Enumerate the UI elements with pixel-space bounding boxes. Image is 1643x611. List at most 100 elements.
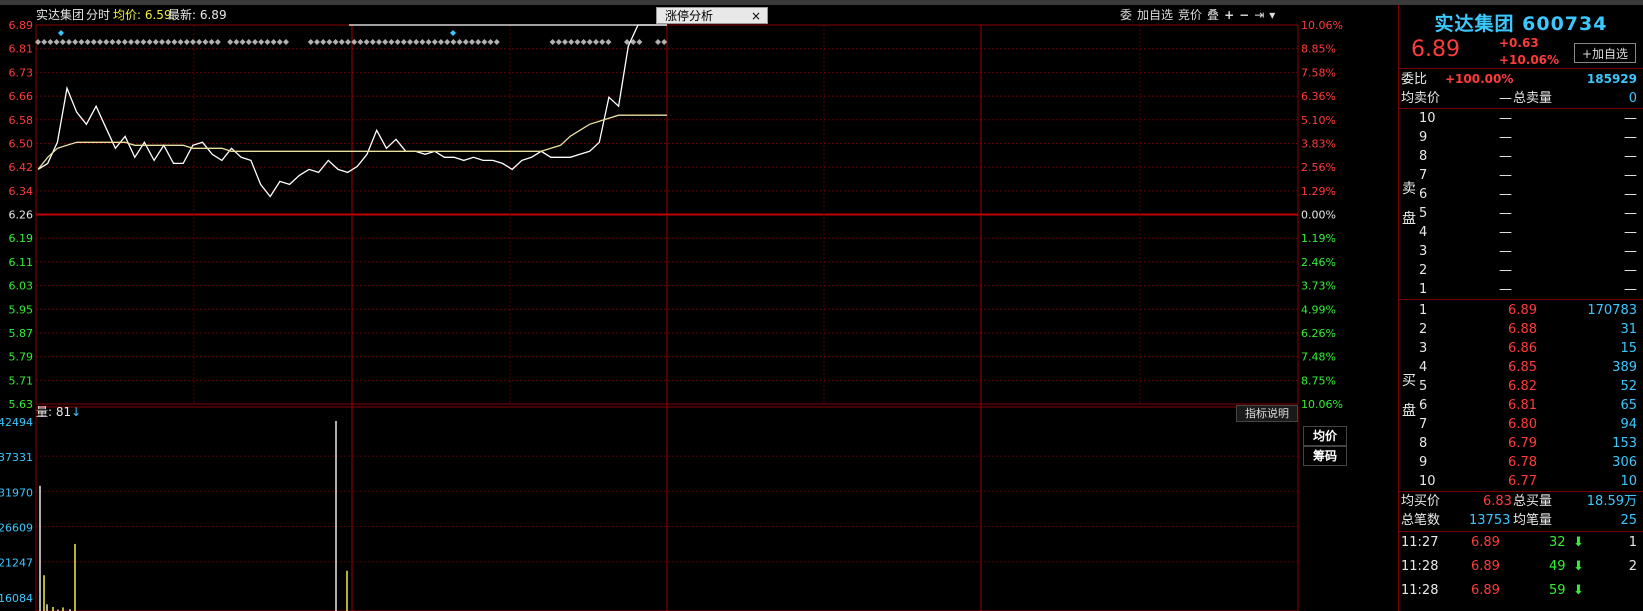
tick-time: 11:28	[1401, 559, 1439, 574]
signal-diamond	[72, 39, 79, 45]
level-price: —	[1499, 206, 1512, 221]
level-price: —	[1499, 187, 1512, 202]
auction-button[interactable]: 竞价	[1178, 6, 1202, 24]
weibi-label: 委比	[1401, 72, 1428, 87]
price-tick-label: 6.66	[9, 90, 34, 103]
signal-diamond	[332, 39, 339, 45]
signal-diamond	[655, 39, 661, 45]
intraday-chart[interactable]: 6.89 10.06% 6.81 8.85% 6.73 7.58% 6.66 6.36% 6.5…	[0, 5, 1398, 611]
level-number: 10	[1419, 111, 1436, 126]
weituo-button[interactable]: 委	[1120, 6, 1132, 24]
avg-price-readout: 均价: 6.59	[113, 8, 172, 22]
level-volume: 15	[1620, 341, 1637, 356]
percent-tick-label: 8.85%	[1301, 43, 1336, 56]
panel-divider	[1398, 5, 1399, 611]
add-watchlist-button[interactable]: 加自选	[1137, 6, 1173, 24]
buy-level-row[interactable]: 5 6.82 52	[1399, 377, 1643, 396]
signal-diamond	[276, 39, 283, 45]
buy-total-label: 总买量	[1513, 494, 1553, 509]
signal-diamond	[320, 39, 327, 45]
buy-level-row[interactable]: 10 6.77 10	[1399, 472, 1643, 491]
percent-tick-label: 3.73%	[1301, 280, 1336, 293]
price-tick-label: 6.19	[9, 232, 34, 245]
weibi-value: +100.00%	[1445, 72, 1514, 86]
level-number: 9	[1419, 455, 1428, 470]
current-price: 6.89	[1411, 37, 1460, 62]
percent-tick-label: 4.99%	[1301, 303, 1336, 316]
level-price: —	[1499, 263, 1512, 278]
buy-level-row[interactable]: 6 6.81 65	[1399, 396, 1643, 415]
tick-price: 6.89	[1471, 583, 1500, 598]
close-icon[interactable]: ×	[751, 8, 761, 25]
price-tick-label: 5.87	[9, 327, 34, 340]
price-tick-label: 6.50	[9, 137, 34, 150]
signal-diamond	[283, 39, 289, 45]
jump-end-icon[interactable]: ⇥	[1254, 6, 1264, 24]
signal-diamond	[53, 39, 60, 45]
level-volume: 306	[1612, 455, 1637, 470]
avg-price-button[interactable]: 均价	[1303, 426, 1347, 446]
signal-diamond	[326, 39, 333, 45]
volume-tick-label: 26609	[0, 522, 33, 535]
level-price: —	[1499, 282, 1512, 297]
buy-level-row[interactable]: 2 6.88 31	[1399, 320, 1643, 339]
level-price: 6.86	[1508, 341, 1537, 356]
signal-diamond	[456, 39, 463, 45]
buy-level-row[interactable]: 7 6.80 94	[1399, 415, 1643, 434]
volume-tick-label: 21247	[0, 557, 33, 570]
price-tick-label: 6.11	[9, 256, 34, 269]
signal-diamond	[636, 39, 643, 45]
zoom-out-icon[interactable]: −	[1239, 6, 1249, 24]
add-watchlist-button[interactable]: +加自选	[1574, 43, 1636, 63]
volume-tick-label: 42494	[0, 416, 33, 429]
buy-avg-value: 6.83	[1483, 494, 1512, 509]
signal-diamond	[121, 39, 128, 45]
percent-tick-label: 6.26%	[1301, 327, 1336, 340]
signal-diamond	[431, 39, 438, 45]
buy-level-row[interactable]: 1 6.89 170783	[1399, 301, 1643, 320]
signal-diamond	[444, 39, 451, 45]
chart-mode-tab[interactable]: 分时	[86, 5, 110, 25]
signal-diamond	[202, 39, 209, 45]
volume-label: 量: 81↓	[36, 404, 81, 420]
signal-diamond	[555, 39, 562, 45]
signal-diamond	[152, 39, 159, 45]
signal-diamond	[363, 39, 370, 45]
overlay-button[interactable]: 叠	[1207, 6, 1219, 24]
buy-level-row[interactable]: 9 6.78 306	[1399, 453, 1643, 472]
tick-price: 6.89	[1471, 559, 1500, 574]
zoom-in-icon[interactable]: +	[1224, 6, 1234, 24]
percent-tick-label: 1.19%	[1301, 232, 1336, 245]
trades-label: 总笔数	[1401, 513, 1441, 528]
change-percent: +10.06%	[1499, 53, 1560, 67]
indicator-help-button[interactable]: 指标说明	[1236, 405, 1298, 422]
signal-diamond	[59, 39, 66, 45]
signal-diamond	[47, 39, 54, 45]
signal-diamond	[376, 39, 382, 45]
weibi-volume: 185929	[1586, 72, 1637, 86]
signal-diamond	[239, 39, 246, 45]
signal-diamond	[196, 39, 203, 45]
level-volume: 52	[1620, 379, 1637, 394]
signal-diamond	[599, 39, 606, 45]
chip-distribution-button[interactable]: 筹码	[1303, 446, 1347, 466]
signal-diamond	[338, 39, 345, 45]
limit-up-analysis-button[interactable]: 涨停分析 ×	[656, 7, 768, 24]
chevron-down-icon[interactable]: ▾	[1269, 6, 1275, 24]
level-number: 3	[1419, 341, 1428, 356]
buy-level-row[interactable]: 4 6.85 389	[1399, 358, 1643, 377]
buy-level-row[interactable]: 8 6.79 153	[1399, 434, 1643, 453]
signal-diamond	[487, 39, 494, 45]
percent-tick-label: 2.56%	[1301, 161, 1336, 174]
arrow-down-icon: ⬇	[1573, 535, 1584, 550]
signal-diamond	[208, 39, 215, 45]
level-number: 3	[1419, 244, 1428, 259]
level-price: 6.77	[1508, 474, 1537, 489]
level-volume: 31	[1620, 322, 1637, 337]
signal-diamond	[171, 39, 178, 45]
price-tick-label: 5.71	[9, 374, 34, 387]
signal-diamond	[475, 39, 482, 45]
buy-level-row[interactable]: 3 6.86 15	[1399, 339, 1643, 358]
tick-volume: 32	[1549, 535, 1566, 550]
buy-avg-label: 均买价	[1401, 494, 1441, 509]
